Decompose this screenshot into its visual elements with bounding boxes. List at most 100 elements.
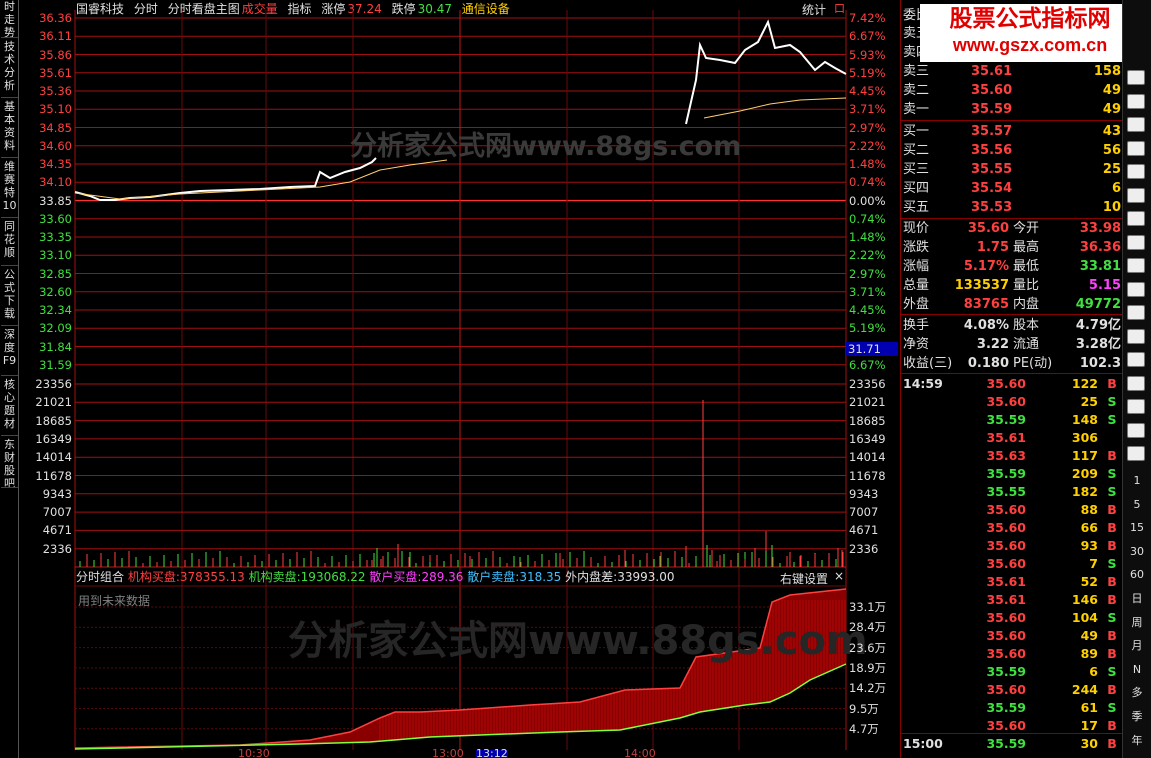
tick-volume: 49 [1080,628,1098,643]
tick-volume: 88 [1080,502,1098,517]
volume-label: 2336 [42,541,72,556]
price-label: 34.85 [39,120,72,135]
f6-icon[interactable] [1127,258,1145,273]
tick-volume: 306 [1071,430,1098,445]
tick-volume: 25 [1080,394,1098,409]
fundamental-row: 净资 3.22 流通 3.28亿 [901,335,1123,354]
tick-volume: 148 [1071,412,1098,427]
reload-icon[interactable] [1127,446,1145,461]
sub-chart-title: 分时组合 [76,570,125,584]
period-button-6[interactable]: 周 [1126,614,1148,631]
period-button-8[interactable]: N [1126,661,1148,678]
tick-volume: 89 [1080,646,1098,661]
percent-label: 4.45% [849,84,886,98]
tick-direction: B [1107,448,1117,463]
percent-label: 5.19% [849,65,886,80]
buy-level-row: 买三 35.55 25 [901,160,1123,179]
percent-icon[interactable] [1127,375,1145,391]
buy-level-volume: 56 [1102,143,1121,158]
f10-icon[interactable] [1127,140,1145,156]
quote-value: 36.36 [1079,240,1121,255]
price-label: 34.35 [39,157,72,171]
app-window: 时走势 技术分析 基本资料 维赛特10 同花顺 公式下载 深度F9 核心题材 东财股吧 国睿科技… [0,0,1151,758]
kline-icon[interactable] [1127,117,1145,132]
price-label: 35.61 [39,65,72,80]
price-label: 32.85 [39,266,72,281]
sell-level-row: 卖一 35.59 49 [901,100,1123,119]
volume-label: 9343 [42,486,72,501]
quote-label: 现价 [903,221,930,236]
f5-icon[interactable] [1127,422,1145,438]
tick-direction: B [1107,574,1117,589]
watermark-sub: 分析家公式网www.88gs.com [288,618,868,664]
sheet-icon[interactable] [1127,187,1145,203]
price-label: 32.60 [39,284,72,299]
retail-sell-value: 318.35 [519,570,562,584]
price-label: 33.35 [39,230,72,244]
period-button-7[interactable]: 月 [1126,637,1148,654]
sell-level-volume: 49 [1102,83,1121,98]
period-button-1[interactable]: 5 [1126,496,1148,513]
tick-volume: 122 [1071,376,1098,391]
banner-title: 股票公式指标网 [949,6,1111,32]
period-button-10[interactable]: 季 [1126,708,1148,725]
sub-chart-settings[interactable]: 右键设置 [780,570,828,587]
quote-label: 涨幅 [903,259,930,274]
tick-price: 35.61 [986,430,1026,445]
period-button-5[interactable]: 日 [1126,590,1148,607]
tick-price: 35.60 [986,394,1026,409]
period-button-2[interactable]: 15 [1126,519,1148,536]
right-toolbar: 1 5 15 30 60 日周月 N 多季年 [1122,0,1151,758]
f2-icon[interactable] [1127,234,1145,250]
tick-direction: S [1107,466,1117,481]
volume-label: 23356 [35,377,72,391]
fundamental-label: 收益(三) [903,356,953,371]
chart2-icon[interactable] [1127,328,1145,344]
period-button-9[interactable]: 多 [1126,684,1148,701]
period-button-3[interactable]: 30 [1126,543,1148,560]
buy-level-price: 35.53 [971,200,1013,215]
wave-icon[interactable] [1127,305,1145,320]
table-icon[interactable] [1127,70,1145,85]
period-button-4[interactable]: 60 [1126,566,1148,583]
line-chart-icon[interactable] [1127,93,1145,109]
tick-direction: B [1107,376,1117,391]
tick-row: 35.63 117 B [901,447,1123,465]
quote-row: 总量 133537 量比 5.15 [901,276,1123,295]
period-button-0[interactable]: 1 [1126,472,1148,489]
fundamental-value: 102.3 [1079,356,1121,371]
buy-level-label: 买四 [903,181,930,196]
sub-axis-label: 18.9万 [849,660,887,675]
tick-price: 35.59 [986,736,1026,751]
tick-volume: 52 [1080,574,1098,589]
tick-volume: 117 [1071,448,1098,463]
volume-label-right: 4671 [849,523,879,538]
quote-label: 外盘 [903,297,930,312]
tick-row: 35.55 182 S [901,483,1123,501]
time-label: 13:12 [476,747,508,758]
tick-volume: 61 [1080,700,1098,715]
info-icon[interactable] [1127,164,1145,179]
tick-row: 35.59 209 S [901,465,1123,483]
buy-level-label: 买一 [903,124,930,139]
chart3-icon[interactable] [1127,352,1145,367]
tick-price: 35.60 [986,538,1026,553]
inst-buy-label: 机构买盘: [127,570,180,584]
sub-chart-close-button[interactable]: × [834,569,844,583]
price-label: 33.10 [39,248,72,263]
site-banner: 股票公式指标网 www.gszx.com.cn [920,4,1140,62]
pen-icon[interactable] [1127,399,1145,414]
f1-icon[interactable] [1127,211,1145,226]
sub-axis-label: 4.7万 [849,721,879,736]
period-button-11[interactable]: 年 [1126,732,1148,749]
tick-volume: 30 [1080,736,1098,751]
refresh-icon[interactable] [1127,281,1145,297]
buy-level-label: 买二 [903,143,930,158]
tick-row: 35.59 148 S [901,411,1123,429]
tick-time: 14:59 [903,376,943,391]
tick-direction: B [1107,682,1117,697]
volume-label-right: 11678 [849,468,886,483]
fundamental-label: 流通 [1013,337,1040,352]
fundamental-value: 4.08% [963,318,1009,333]
tick-direction: S [1107,484,1117,499]
